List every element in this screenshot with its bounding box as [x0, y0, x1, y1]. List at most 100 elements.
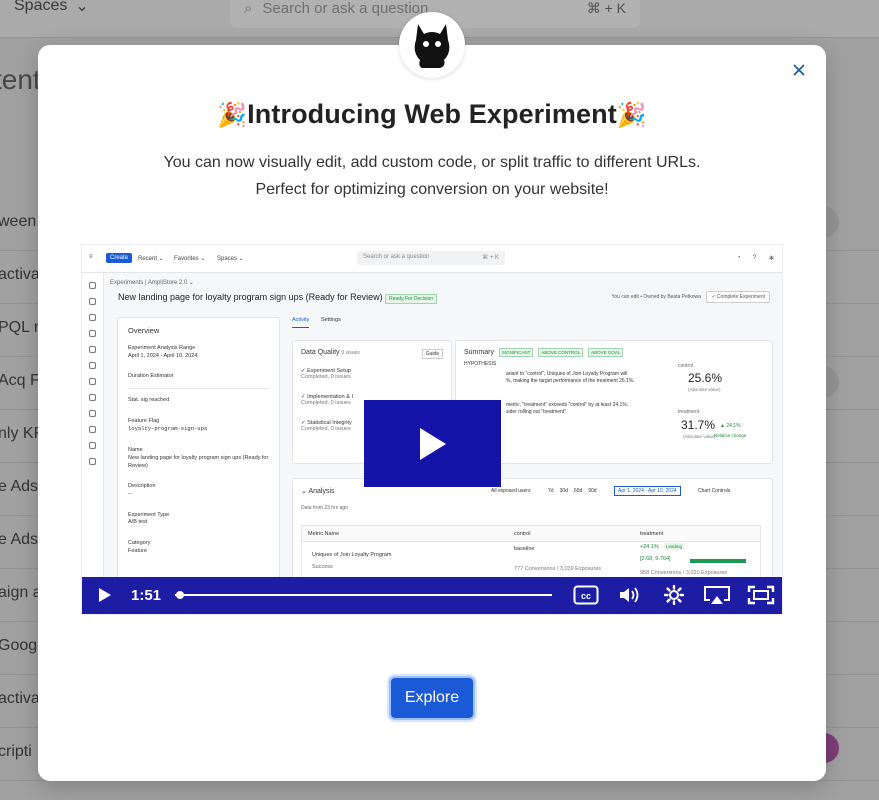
analysis-baseline: baseline — [514, 546, 535, 552]
airplay-icon — [704, 586, 730, 604]
summary-heading: Summary — [464, 349, 494, 356]
analysis-treatment-conv: 958 Conversions / 3,020 Exposures — [640, 570, 728, 576]
video-screen-breadcrumb: Experiments | AmpliStore 2.0 ⌄ — [110, 280, 194, 286]
help-icon: ? — [753, 255, 757, 261]
gear-icon: ✻ — [769, 256, 775, 262]
summary-hypothesis: HYPOTHESIS — [464, 361, 497, 367]
mascot-icon — [414, 24, 450, 68]
overview-range-label: Experiment Analysis Range — [128, 345, 196, 351]
overview-type-label: Experiment Type — [128, 511, 170, 518]
video-screen-sidebar — [82, 273, 104, 614]
closed-captions-icon: cc — [573, 585, 599, 605]
analysis-col: Metric Name — [308, 531, 340, 537]
video-screen-menu-recent: Recent ⌄ — [138, 256, 164, 262]
overview-heading: Overview — [128, 326, 160, 335]
dq-completed: Completed, 0 issues — [301, 400, 351, 406]
overview-duration: Duration Estimator — [128, 373, 174, 380]
play-button[interactable] — [364, 400, 501, 487]
video-screen-search: Search or ask a question ⌘ + K — [357, 251, 505, 265]
video-screen-search-text: Search or ask a question — [363, 254, 430, 260]
overview-desc-label: Description — [128, 483, 156, 490]
analysis-data-from: Data from 23 hrs ago — [301, 505, 348, 511]
volume-button[interactable] — [618, 584, 642, 606]
modal-title-text: Introducing Web Experiment — [247, 99, 617, 129]
dq-guide: Guide — [421, 349, 443, 359]
analysis-col: treatment — [640, 531, 664, 537]
video-screen-actions: You can edit • Owned by Beata Petkowa ✓ … — [611, 291, 770, 303]
modal-subtitle-line2: Perfect for optimizing conversion on you… — [255, 181, 609, 198]
dq-completed: Completed, 0 issues — [301, 426, 351, 432]
video-screen-create: Create — [106, 253, 133, 263]
summary-rel-label: Relative change — [714, 433, 747, 438]
summary-line: metric, "treatment" exceeds "control" by… — [506, 401, 629, 408]
tab-settings: Settings — [320, 317, 341, 323]
dq-issues: 0 issues — [341, 350, 360, 356]
summary-line: ariant to "control", Uniques of Join Loy… — [506, 371, 628, 377]
overview-cat-value: Feature — [128, 547, 147, 554]
svg-text:cc: cc — [581, 591, 591, 601]
video-screen-menu-spaces: Spaces ⌄ — [217, 256, 244, 262]
analysis-heading: Analysis — [308, 488, 335, 495]
video-screen-owner: You can edit • Owned by Beata Petkowa — [611, 294, 701, 300]
analysis-metric: Uniques of Join Loyalty Program — [312, 552, 392, 558]
video-progress-knob[interactable] — [175, 591, 184, 599]
gear-icon — [664, 585, 684, 605]
analysis-control-conv: 777 Conversions / 3,039 Exposures — [514, 566, 602, 572]
analysis-chart-controls: Chart Controls — [698, 488, 731, 494]
overview-cat-label: Category — [128, 539, 151, 546]
overview-range-value: April 1, 2024 - April 10, 2024 — [128, 352, 198, 359]
analysis-lift: +24.1% — [640, 544, 659, 550]
captions-button[interactable]: cc — [572, 584, 600, 606]
overview-stat: Stat. sig reached — [128, 397, 170, 404]
analysis-range-option: 7d — [548, 488, 554, 494]
overview-name-value: New landing page for loyalty program sig… — [128, 454, 269, 469]
overview-flag-label: Feature Flag — [128, 417, 160, 424]
video-time: 1:51 — [131, 587, 162, 604]
summary-chip: ABOVE CONTROL — [538, 348, 584, 357]
overview-name-label: Name — [128, 447, 143, 454]
summary-chip: ABOVE GOAL — [588, 348, 624, 357]
play-control-button[interactable] — [96, 584, 114, 606]
analysis-leading: Leading — [664, 543, 685, 550]
video-screen-tabs: Activity Settings — [292, 317, 351, 328]
overview-flag-value: loyalty-program-sign-ups — [128, 425, 208, 433]
modal-subtitle-line1: You can now visually edit, add custom co… — [163, 154, 701, 171]
video-screen-menu-favorites: Favorites ⌄ — [174, 256, 206, 262]
summary-line: %, making the target performance of the … — [506, 378, 635, 385]
summary-treatment-label: treatment — [678, 409, 700, 415]
close-icon — [793, 64, 805, 76]
video-screen-title: New landing page for loyalty program sig… — [118, 292, 438, 304]
close-button[interactable] — [788, 59, 810, 81]
video-screen-overview: Overview Experiment Analysis Range April … — [117, 317, 280, 607]
explore-button[interactable]: Explore — [389, 676, 475, 720]
party-popper-icon: 🎉 — [616, 102, 647, 129]
summary-abs: (Absolute value) — [688, 387, 721, 392]
overview-desc-value: -- — [128, 490, 132, 497]
analysis-ci-bar — [690, 559, 746, 563]
analysis-success: Success — [312, 564, 333, 570]
play-icon — [419, 427, 446, 460]
video-screen-search-shortcut: ⌘ + K — [482, 255, 499, 261]
menu-icon: ≡ — [89, 254, 93, 260]
fullscreen-button[interactable] — [746, 584, 776, 606]
video-progress-track[interactable] — [175, 594, 552, 596]
video-player[interactable]: ≡ Create Recent ⌄ Favorites ⌄ Spaces ⌄ S… — [81, 244, 783, 615]
video-screen-title-tag: Ready For Decision — [385, 294, 438, 304]
summary-treatment-value: 31.7% — [681, 418, 716, 432]
analysis-ci: [2.68, 9.764] — [640, 556, 671, 562]
airplay-button[interactable] — [702, 584, 732, 606]
video-screen-summary: Summary SIGNIFICANT ABOVE CONTROL ABOVE … — [455, 340, 773, 464]
fullscreen-icon — [747, 585, 775, 605]
modal-title: 🎉Introducing Web Experiment🎉 — [38, 99, 826, 130]
dq-completed: Completed, 0 issues — [301, 374, 351, 380]
tab-activity: Activity — [292, 317, 310, 328]
analysis-col: control — [514, 531, 531, 537]
summary-line: sider rolling out "treatment". — [506, 408, 568, 415]
summary-chip: SIGNIFICANT — [498, 348, 534, 357]
analysis-users: All exposed users — [491, 488, 531, 494]
settings-button[interactable] — [662, 584, 686, 606]
video-screen-topbar: ≡ Create Recent ⌄ Favorites ⌄ Spaces ⌄ S… — [82, 245, 782, 273]
analysis-range-option: 90d — [588, 488, 597, 494]
summary-abs: (Absolute value) — [683, 434, 716, 439]
analysis-date: Apr 1, 2024 - Apr 10, 2024 — [614, 486, 681, 496]
